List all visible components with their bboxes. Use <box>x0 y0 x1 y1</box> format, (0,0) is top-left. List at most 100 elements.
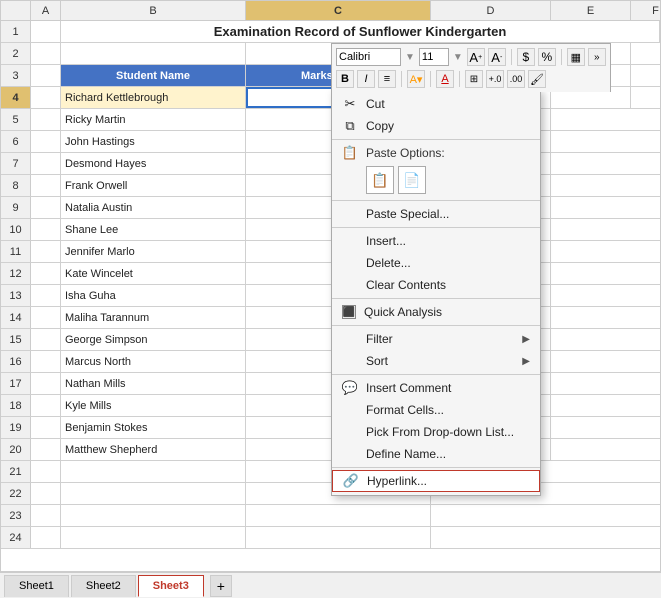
decrease-font-btn[interactable]: A- <box>488 48 506 66</box>
menu-divider-1 <box>332 139 540 140</box>
percent-btn[interactable]: % <box>538 48 556 66</box>
cell-6b[interactable]: John Hastings <box>61 131 246 152</box>
menu-item-clear-contents[interactable]: Clear Contents <box>332 274 540 296</box>
font-size-input[interactable] <box>419 48 449 66</box>
cell-borders-btn[interactable]: ⊞ <box>465 70 483 88</box>
cell-11b[interactable]: Jennifer Marlo <box>61 241 246 262</box>
cell-15a[interactable] <box>31 329 61 350</box>
cell-10b[interactable]: Shane Lee <box>61 219 246 240</box>
format-cells-label: Format Cells... <box>366 403 530 417</box>
menu-item-cut[interactable]: ✂ Cut <box>332 93 540 115</box>
cell-9b[interactable]: Natalia Austin <box>61 197 246 218</box>
copy-icon: ⧉ <box>342 118 358 134</box>
menu-item-filter[interactable]: Filter ▶ <box>332 328 540 350</box>
col-header-d[interactable]: D <box>431 1 551 20</box>
pick-dropdown-icon <box>342 424 358 440</box>
cell-20a[interactable] <box>31 439 61 460</box>
rownum-22: 22 <box>1 483 31 504</box>
tab-sheet2[interactable]: Sheet2 <box>71 575 136 597</box>
cell-18b[interactable]: Kyle Mills <box>61 395 246 416</box>
italic-btn[interactable]: I <box>357 70 375 88</box>
dec-dec-btn[interactable]: .00 <box>507 70 525 88</box>
cell-2a[interactable] <box>31 43 61 64</box>
font-name-input[interactable] <box>336 48 401 66</box>
tab-sheet3[interactable]: Sheet3 <box>138 575 204 597</box>
cut-icon: ✂ <box>342 96 358 112</box>
cell-5a[interactable] <box>31 109 61 130</box>
cell-4b[interactable]: Richard Kettlebrough <box>61 87 246 108</box>
menu-item-define-name[interactable]: Define Name... <box>332 443 540 465</box>
menu-item-format-cells[interactable]: Format Cells... <box>332 399 540 421</box>
add-sheet-button[interactable]: + <box>210 575 232 597</box>
col-header-e[interactable]: E <box>551 1 631 20</box>
cell-14b[interactable]: Maliha Tarannum <box>61 307 246 328</box>
paint-btn[interactable]: 🖌 <box>528 70 546 88</box>
tab-sheet1[interactable]: Sheet1 <box>4 575 69 597</box>
menu-item-pick-dropdown[interactable]: Pick From Drop-down List... <box>332 421 540 443</box>
cell-16b[interactable]: Marcus North <box>61 351 246 372</box>
cell-5b[interactable]: Ricky Martin <box>61 109 246 130</box>
cell-12a[interactable] <box>31 263 61 284</box>
cell-13b[interactable]: Isha Guha <box>61 285 246 306</box>
cell-13a[interactable] <box>31 285 61 306</box>
delete-label: Delete... <box>366 256 530 270</box>
rownum-3: 3 <box>1 65 31 86</box>
cell-15b[interactable]: George Simpson <box>61 329 246 350</box>
menu-item-hyperlink[interactable]: 🔗 Hyperlink... <box>332 470 540 492</box>
cell-11a[interactable] <box>31 241 61 262</box>
col-header-a[interactable]: A <box>31 1 61 20</box>
toolbar-sep-1 <box>511 49 512 65</box>
cell-12b[interactable]: Kate Wincelet <box>61 263 246 284</box>
menu-item-delete[interactable]: Delete... <box>332 252 540 274</box>
col-header-f[interactable]: F <box>631 1 661 20</box>
cell-8b[interactable]: Frank Orwell <box>61 175 246 196</box>
rownum-10: 10 <box>1 219 31 240</box>
more-btn[interactable]: » <box>588 48 606 66</box>
comment-icon: 💬 <box>342 380 358 396</box>
cell-9a[interactable] <box>31 197 61 218</box>
cell-16a[interactable] <box>31 351 61 372</box>
cell-17b[interactable]: Nathan Mills <box>61 373 246 394</box>
quick-analysis-label: Quick Analysis <box>364 305 530 319</box>
cell-4a[interactable] <box>31 87 61 108</box>
cell-20b[interactable]: Matthew Shepherd <box>61 439 246 460</box>
highlight-btn[interactable]: A▾ <box>407 70 425 88</box>
paste-btn-1[interactable]: 📋 <box>366 166 394 194</box>
cell-14a[interactable] <box>31 307 61 328</box>
dollar-btn[interactable]: $ <box>517 48 535 66</box>
col-header-b[interactable]: B <box>61 1 246 20</box>
menu-item-paste-special[interactable]: Paste Special... <box>332 203 540 225</box>
align-btn[interactable]: ≡ <box>378 70 396 88</box>
paste-special-icon <box>342 206 358 222</box>
col-header-c[interactable]: C <box>246 1 431 20</box>
cell-18a[interactable] <box>31 395 61 416</box>
column-headers: A B C D E F <box>1 1 660 21</box>
cell-1a[interactable] <box>31 21 61 42</box>
format-cells-icon <box>342 402 358 418</box>
bold-btn[interactable]: B <box>336 70 354 88</box>
menu-item-insert[interactable]: Insert... <box>332 230 540 252</box>
cell-10a[interactable] <box>31 219 61 240</box>
cell-7b[interactable]: Desmond Hayes <box>61 153 246 174</box>
toolbar-sep-4 <box>430 71 431 87</box>
cell-19a[interactable] <box>31 417 61 438</box>
borders-btn[interactable]: ▦ <box>567 48 585 66</box>
cell-17a[interactable] <box>31 373 61 394</box>
dec-inc-btn[interactable]: +.0 <box>486 70 504 88</box>
increase-font-btn[interactable]: A+ <box>467 48 485 66</box>
insert-comment-label: Insert Comment <box>366 381 530 395</box>
menu-item-sort[interactable]: Sort ▶ <box>332 350 540 372</box>
paste-btn-2[interactable]: 📄 <box>398 166 426 194</box>
toolbar-sep-3 <box>401 71 402 87</box>
cell-8a[interactable] <box>31 175 61 196</box>
cell-3a[interactable] <box>31 65 61 86</box>
cell-6a[interactable] <box>31 131 61 152</box>
cell-2b[interactable] <box>61 43 246 64</box>
menu-item-quick-analysis[interactable]: ⬛ Quick Analysis <box>332 301 540 323</box>
menu-item-insert-comment[interactable]: 💬 Insert Comment <box>332 377 540 399</box>
font-color-btn[interactable]: A <box>436 70 454 88</box>
menu-item-copy[interactable]: ⧉ Copy <box>332 115 540 137</box>
cell-19b[interactable]: Benjamin Stokes <box>61 417 246 438</box>
cell-7a[interactable] <box>31 153 61 174</box>
filter-label: Filter <box>366 332 514 346</box>
